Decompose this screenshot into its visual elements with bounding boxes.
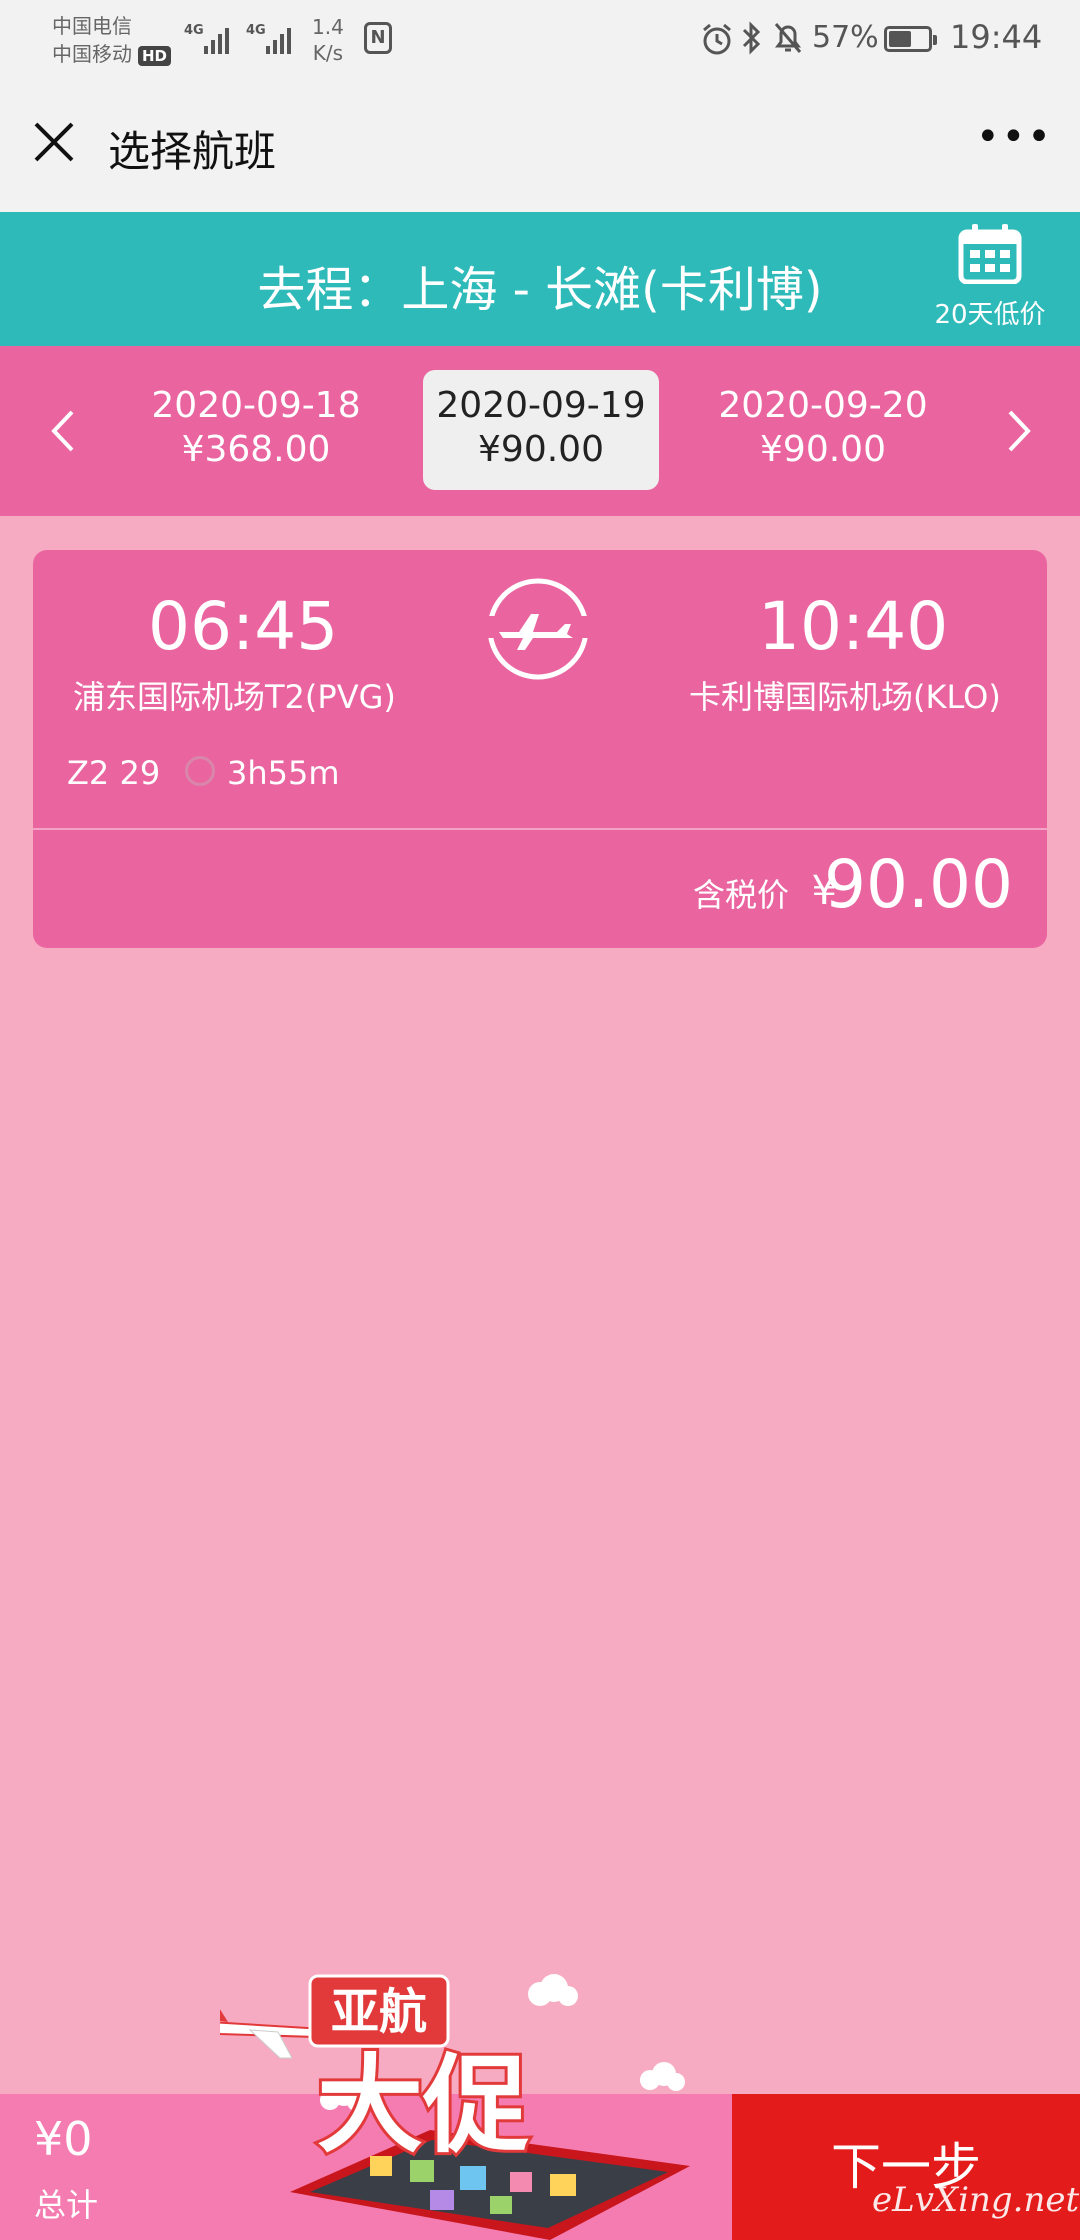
route-title: 去程：上海 - 长滩(卡利博) bbox=[257, 262, 823, 318]
airline-plane-icon bbox=[485, 578, 591, 680]
flight-price: 90.00 bbox=[824, 846, 1013, 923]
battery-fill bbox=[889, 31, 911, 47]
date-option-selected[interactable]: 2020-09-19 ¥90.00 bbox=[423, 370, 659, 490]
battery-percent: 57% bbox=[812, 20, 879, 55]
promo-line-1: 亚航 bbox=[331, 1984, 427, 2040]
date-option-next[interactable]: 2020-09-20 ¥90.00 bbox=[705, 384, 941, 472]
date-option-prev[interactable]: 2020-09-18 ¥368.00 bbox=[138, 384, 374, 472]
date-label: 2020-09-18 bbox=[151, 385, 361, 426]
flight-number: Z2 29 bbox=[67, 754, 161, 792]
carrier-2: 中国移动 bbox=[52, 42, 132, 66]
nfc-icon: N bbox=[364, 22, 392, 54]
depart-airport: 浦东国际机场T2(PVG) bbox=[73, 678, 396, 716]
status-bar: 中国电信 中国移动 HD 4G 4G 1.4 K/s N 57% 19:44 bbox=[0, 0, 1080, 80]
net-type-2: 4G bbox=[246, 23, 266, 38]
card-divider bbox=[33, 828, 1047, 830]
depart-time: 06:45 bbox=[148, 588, 339, 665]
flight-duration: 3h55m bbox=[227, 754, 340, 792]
speed-unit: K/s bbox=[312, 41, 344, 65]
hd-badge: HD bbox=[138, 46, 172, 66]
arrive-airport: 卡利博国际机场(KLO) bbox=[689, 678, 1001, 716]
title-bar: 选择航班 ••• bbox=[0, 80, 1080, 212]
mute-icon bbox=[774, 23, 802, 53]
signal-icon-1: 4G bbox=[184, 23, 229, 54]
close-icon[interactable] bbox=[30, 118, 78, 166]
date-selector: 2020-09-18 ¥368.00 2020-09-19 ¥90.00 202… bbox=[0, 346, 1080, 516]
next-date-icon[interactable] bbox=[998, 406, 1038, 456]
more-menu-button[interactable]: ••• bbox=[976, 117, 1051, 162]
total-label: 总计 bbox=[34, 2186, 99, 2224]
net-type-1: 4G bbox=[184, 23, 204, 38]
date-label: 2020-09-19 bbox=[436, 385, 646, 426]
watermark: eLvXing.net bbox=[872, 2180, 1080, 2220]
flight-card[interactable]: 06:45 浦东国际机场T2(PVG) 10:40 卡利博国际机场(KLO) Z… bbox=[33, 550, 1047, 948]
bluetooth-icon bbox=[742, 21, 761, 55]
signal-icon-2: 4G bbox=[246, 23, 291, 54]
page-title: 选择航班 bbox=[108, 127, 277, 176]
price-label: 含税价 bbox=[692, 876, 789, 914]
date-price: ¥90.00 bbox=[760, 429, 886, 470]
date-price: ¥90.00 bbox=[478, 429, 604, 470]
airasia-promo-banner[interactable]: 亚航 大促 bbox=[220, 1960, 740, 2240]
status-time: 19:44 bbox=[950, 18, 1043, 56]
calendar-icon bbox=[958, 224, 1022, 285]
date-price: ¥368.00 bbox=[181, 429, 331, 470]
carrier-1: 中国电信 bbox=[52, 14, 132, 38]
network-speed: 1.4 K/s bbox=[312, 14, 344, 66]
alarm-icon bbox=[703, 23, 731, 55]
route-bar: 去程：上海 - 长滩(卡利博) 20天低价 bbox=[0, 212, 1080, 346]
battery-icon bbox=[884, 26, 937, 52]
carrier-info: 中国电信 中国移动 HD bbox=[52, 12, 172, 68]
date-label: 2020-09-20 bbox=[718, 385, 928, 426]
total-value: ¥0 bbox=[34, 2112, 93, 2166]
prev-date-icon[interactable] bbox=[44, 406, 84, 456]
promo-title: 亚航 大促 bbox=[308, 1974, 532, 2170]
speed-value: 1.4 bbox=[312, 15, 344, 39]
arrive-time: 10:40 bbox=[758, 588, 949, 665]
clock-icon bbox=[185, 756, 215, 786]
promo-line-2: 大促 bbox=[317, 2044, 529, 2167]
low-price-calendar-button[interactable]: 20天低价 bbox=[920, 224, 1060, 344]
calendar-label: 20天低价 bbox=[934, 300, 1046, 330]
